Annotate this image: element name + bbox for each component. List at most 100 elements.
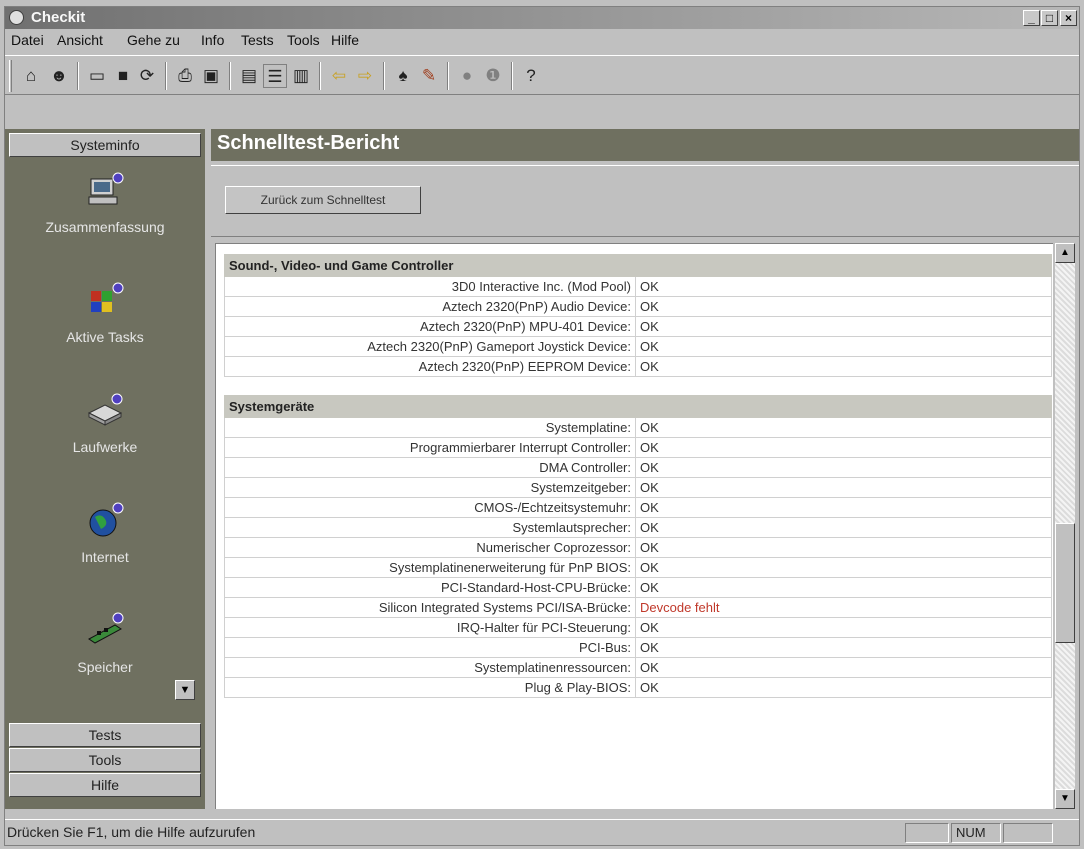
sidebar-tab-systeminfo[interactable]: Systeminfo [9,133,201,157]
refresh-icon[interactable]: ⟳ [135,64,159,88]
sidebar-item-laufwerke[interactable]: Laufwerke [5,391,205,455]
table-row: Aztech 2320(PnP) Gameport Joystick Devic… [224,336,1052,357]
home-icon[interactable]: ⌂ [19,64,43,88]
sidebar-item-zusammenfassung[interactable]: Zusammenfassung [5,171,205,235]
row-label: Systemzeitgeber: [224,477,636,498]
menu-hilfe[interactable]: Hilfe [331,32,359,48]
globe-icon [89,502,124,537]
toolbar-separator [229,62,231,90]
tools-icon[interactable]: ✎ [417,64,441,88]
title-bar: Checkit _ □ × [5,7,1079,29]
sidebar-item-aktive-tasks[interactable]: Aktive Tasks [5,281,205,345]
minimize-icon[interactable]: _ [1023,10,1040,26]
menu-info[interactable]: Info [201,32,224,48]
table-row: Systemplatine: OK [224,417,1052,438]
sidebar-item-internet[interactable]: Internet [5,501,205,565]
report-scrollbar[interactable]: ▲ ▼ [1055,243,1075,809]
app-icon [9,10,24,25]
sidebar-item-label: Aktive Tasks [66,329,144,345]
section-header: Sound-, Video- und Game Controller [224,254,1052,277]
row-label: CMOS-/Echtzeitsystemuhr: [224,497,636,518]
row-label: 3D0 Interactive Inc. (Mod Pool) [224,276,636,297]
tasks-icon [91,282,124,312]
menu-ansicht[interactable]: Ansicht [57,32,103,48]
table-row: DMA Controller: OK [224,457,1052,478]
status-panel-empty [905,823,949,843]
row-label: Silicon Integrated Systems PCI/ISA-Brück… [224,597,636,618]
print-icon[interactable]: ⎙ [173,64,197,88]
section-gap [225,377,1052,396]
view-details-icon[interactable]: ▥ [289,64,313,88]
table-row: PCI-Bus: OK [224,637,1052,658]
row-label: Aztech 2320(PnP) MPU-401 Device: [224,316,636,337]
open-folder-icon[interactable]: ▭ [85,64,109,88]
preview-icon[interactable]: ▣ [199,64,223,88]
table-row: Systemplatinenerweiterung für PnP BIOS: O… [224,557,1052,578]
toolbar-separator [77,62,79,90]
row-status: OK [635,356,1052,377]
row-status: OK [635,617,1052,638]
row-label: Aztech 2320(PnP) Gameport Joystick Devic… [224,336,636,357]
sidebar-item-label: Laufwerke [72,439,138,455]
sidebar-item-label: Speicher [77,659,133,675]
close-icon[interactable]: × [1060,10,1077,26]
find-icon[interactable]: ♠ [391,64,415,88]
row-status: OK [635,677,1052,698]
row-status: OK [635,477,1052,498]
row-status: OK [635,497,1052,518]
row-status: OK [635,276,1052,297]
row-label: Systemplatinenressourcen: [224,657,636,678]
sidebar-tab-tools[interactable]: Tools [9,748,201,772]
stop-icon[interactable]: ● [455,64,479,88]
sidebar-scroll-down-icon[interactable]: ▼ [175,680,195,700]
toolbar-grip [9,60,12,92]
row-status: OK [635,657,1052,678]
info-icon[interactable]: ❶ [481,64,505,88]
table-row: PCI-Standard-Host-CPU-Brücke: OK [224,577,1052,598]
table-row: 3D0 Interactive Inc. (Mod Pool) OK [224,276,1052,297]
section-title: Systemgeräte [224,395,1052,418]
scroll-thumb[interactable] [1055,523,1075,643]
menu-gehe-zu[interactable]: Gehe zu [127,32,180,48]
sidebar-tab-hilfe[interactable]: Hilfe [9,773,201,797]
help-icon[interactable]: ? [519,64,543,88]
view-large-icon[interactable]: ▤ [237,64,261,88]
drive-icon [87,393,123,426]
table-row: Aztech 2320(PnP) MPU-401 Device: OK [224,316,1052,337]
forward-arrow-icon[interactable]: ⇨ [353,64,377,88]
row-label: Aztech 2320(PnP) Audio Device: [224,296,636,317]
view-list-icon[interactable]: ☰ [263,64,287,88]
save-icon[interactable]: ■ [111,64,135,88]
sidebar-tab-tests[interactable]: Tests [9,723,201,747]
scroll-down-icon[interactable]: ▼ [1055,789,1075,809]
page-header: Schnelltest-Bericht [211,129,1079,161]
button-area: Zurück zum Schnelltest [211,165,1079,237]
section-header: Systemgeräte [224,395,1052,418]
user-icon[interactable]: ☻ [47,64,71,88]
status-panel-empty [1003,823,1053,843]
app-window: Checkit _ □ × Datei Ansicht Gehe zu Info… [4,6,1080,846]
report-table: Sound-, Video- und Game Controller 3D0 In… [224,254,1052,698]
row-status: OK [635,637,1052,658]
menu-datei[interactable]: Datei [11,32,44,48]
row-status: OK [635,417,1052,438]
table-row: Systemzeitgeber: OK [224,477,1052,498]
section-title: Sound-, Video- und Game Controller [224,254,1052,277]
row-label: Programmierbarer Interrupt Controller: [224,437,636,458]
table-row: CMOS-/Echtzeitsystemuhr: OK [224,497,1052,518]
num-lock-indicator: NUM [951,823,1001,843]
table-row: Programmierbarer Interrupt Controller: OK [224,437,1052,458]
maximize-icon[interactable]: □ [1041,10,1058,26]
row-status: OK [635,557,1052,578]
scroll-up-icon[interactable]: ▲ [1055,243,1075,263]
memory-icon [88,612,124,644]
back-arrow-icon[interactable]: ⇦ [327,64,351,88]
menu-tools[interactable]: Tools [287,32,320,48]
sidebar-item-speicher[interactable]: Speicher [5,611,205,675]
status-text: Drücken Sie F1, um die Hilfe aufzurufen [7,824,256,840]
menu-tests[interactable]: Tests [241,32,274,48]
window-title: Checkit [31,9,86,26]
back-to-quicktest-button[interactable]: Zurück zum Schnelltest [225,186,421,214]
row-label: IRQ-Halter für PCI-Steuerung: [224,617,636,638]
row-status: OK [635,316,1052,337]
